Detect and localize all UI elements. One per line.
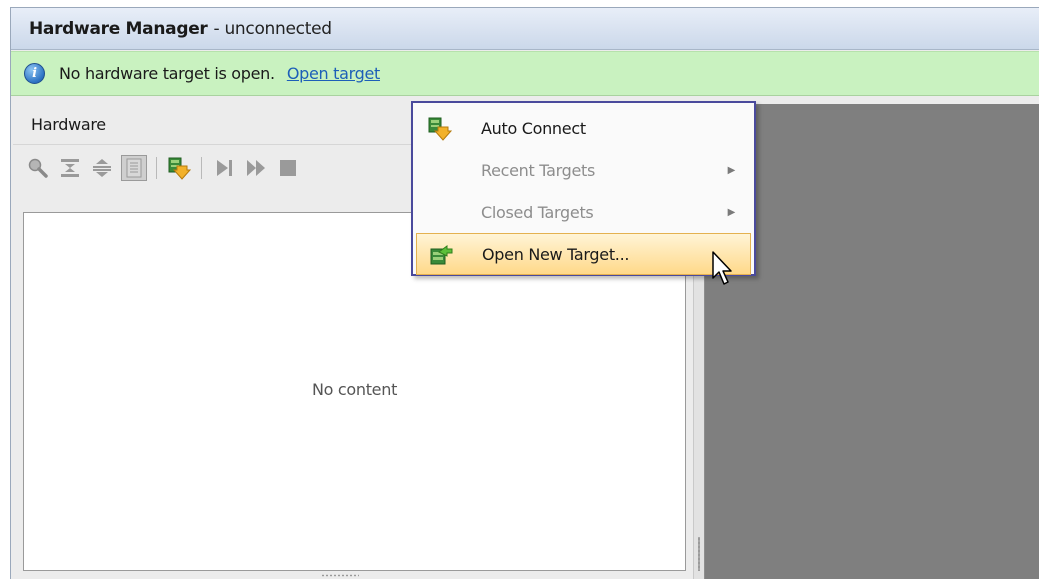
menu-item-auto-connect[interactable]: Auto Connect bbox=[416, 107, 751, 149]
auto-connect-icon[interactable] bbox=[166, 155, 192, 181]
expand-all-icon[interactable] bbox=[89, 155, 115, 181]
menu-item-label: Auto Connect bbox=[481, 118, 586, 138]
vertical-splitter-grip[interactable] bbox=[698, 537, 700, 571]
collapse-all-icon[interactable] bbox=[57, 155, 83, 181]
run-trigger-immediate-icon[interactable] bbox=[243, 155, 269, 181]
hardware-panel-title: Hardware bbox=[31, 114, 106, 134]
open-target-link[interactable]: Open target bbox=[287, 64, 380, 83]
horizontal-splitter-grip[interactable] bbox=[321, 574, 359, 577]
empty-message: No content bbox=[311, 380, 398, 399]
menu-item-open-new-target[interactable]: Open New Target... bbox=[416, 233, 751, 275]
submenu-arrow-icon: ▶ bbox=[727, 164, 736, 176]
menu-item-label: Closed Targets bbox=[481, 202, 594, 222]
banner-message: No hardware target is open. bbox=[59, 64, 275, 83]
menu-item-recent-targets[interactable]: Recent Targets ▶ bbox=[416, 149, 751, 191]
window-status: - unconnected bbox=[213, 18, 333, 39]
toolbar-separator bbox=[201, 157, 202, 179]
window-title-bar[interactable]: Hardware Manager - unconnected bbox=[11, 8, 1039, 50]
info-icon: i bbox=[24, 63, 45, 84]
toolbar-separator bbox=[156, 157, 157, 179]
search-icon[interactable] bbox=[25, 155, 51, 181]
submenu-arrow-icon: ▶ bbox=[727, 206, 736, 218]
open-target-icon bbox=[429, 243, 453, 265]
mouse-cursor-icon bbox=[711, 250, 735, 288]
info-banner: i No hardware target is open. Open targe… bbox=[11, 51, 1039, 96]
menu-item-label: Open New Target... bbox=[482, 244, 630, 264]
stop-trigger-icon[interactable] bbox=[275, 155, 301, 181]
run-trigger-icon[interactable] bbox=[211, 155, 237, 181]
hardware-manager-window: Hardware Manager - unconnected i No hard… bbox=[10, 7, 1039, 579]
menu-item-closed-targets[interactable]: Closed Targets ▶ bbox=[416, 191, 751, 233]
window-title: Hardware Manager bbox=[29, 18, 208, 39]
properties-icon[interactable] bbox=[121, 155, 147, 181]
menu-item-label: Recent Targets bbox=[481, 160, 596, 180]
open-target-context-menu: Auto Connect Recent Targets ▶ Closed Tar… bbox=[411, 101, 756, 276]
auto-connect-icon bbox=[428, 117, 453, 141]
